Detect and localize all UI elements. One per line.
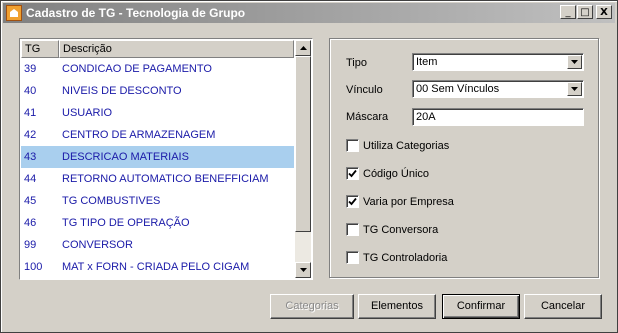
arrow-down-icon (299, 268, 307, 272)
row-tg: 41 (24, 107, 37, 119)
tipo-value: Item (416, 56, 438, 68)
row-tg: 45 (24, 195, 37, 207)
tg-list[interactable]: TG Descrição 39 CONDICAO DE PAGAMENTO 40 NI… (19, 38, 313, 280)
window-title: Cadastro de TG - Tecnologia de Grupo (26, 6, 246, 20)
column-header-description[interactable]: Descrição (59, 40, 294, 58)
checkbox-label: TG Conversora (363, 223, 439, 236)
close-button[interactable]: X (596, 5, 612, 19)
checkbox-tg-conversora[interactable]: TG Conversora (346, 223, 438, 236)
properties-panel: Tipo Item Vínculo 00 Sem Vínculos Máscar… (329, 38, 599, 278)
checkbox-label: Código Único (363, 167, 430, 180)
scroll-down-button[interactable] (295, 262, 311, 278)
scroll-up-button[interactable] (295, 40, 311, 56)
list-rows: 39 CONDICAO DE PAGAMENTO 40 NIVEIS DE DESCO… (21, 58, 294, 278)
cancelar-button[interactable]: Cancelar (524, 294, 602, 319)
checkbox-label: TG Controladoria (363, 251, 448, 264)
tipo-select[interactable]: Item (412, 53, 584, 71)
row-description: NIVEIS DE DESCONTO (62, 85, 182, 97)
row-description: DESCRICAO MATERIAIS (62, 151, 189, 163)
row-tg: 46 (24, 217, 37, 229)
row-tg: 42 (24, 129, 37, 141)
table-row[interactable]: 100 MAT x FORN - CRIADA PELO CIGAM (21, 256, 294, 278)
row-tg: 40 (24, 85, 37, 97)
checkmark-icon (348, 169, 357, 178)
row-description: CENTRO DE ARMAZENAGEM (62, 129, 216, 141)
confirmar-button[interactable]: Confirmar (442, 294, 520, 319)
table-row[interactable]: 39 CONDICAO DE PAGAMENTO (21, 58, 294, 80)
checkbox-tg-controladoria[interactable]: TG Controladoria (346, 251, 447, 264)
row-description: TG COMBUSTIVES (62, 195, 161, 207)
checkbox-box[interactable] (346, 167, 359, 180)
dialog-window: Cadastro de TG - Tecnologia de Grupo _ □… (0, 0, 618, 333)
checkbox-varia-por-empresa[interactable]: Varia por Empresa (346, 195, 454, 208)
scroll-thumb[interactable] (295, 56, 311, 232)
table-row[interactable]: 46 TG TIPO DE OPERAÇÃO (21, 212, 294, 234)
chevron-down-icon (571, 87, 578, 91)
title-bar[interactable]: Cadastro de TG - Tecnologia de Grupo _ □… (3, 3, 615, 23)
mascara-value: 20A (416, 111, 436, 123)
row-tg: 99 (24, 239, 37, 251)
arrow-up-icon (299, 46, 307, 50)
table-row[interactable]: 41 USUARIO (21, 102, 294, 124)
checkbox-box[interactable] (346, 139, 359, 152)
checkbox-utiliza-categorias[interactable]: Utiliza Categorias (346, 139, 449, 152)
column-header-tg[interactable]: TG (21, 40, 59, 58)
list-header: TG Descrição (21, 40, 294, 58)
vinculo-label: Vínculo (346, 84, 383, 96)
checkbox-label: Utiliza Categorias (363, 139, 450, 152)
table-row[interactable]: 45 TG COMBUSTIVES (21, 190, 294, 212)
tipo-label: Tipo (346, 57, 367, 69)
table-row[interactable]: 43 DESCRICAO MATERIAIS (21, 146, 294, 168)
minimize-button[interactable]: _ (560, 5, 576, 19)
vertical-scrollbar[interactable] (295, 40, 311, 278)
chevron-down-icon (571, 60, 578, 64)
row-tg: 44 (24, 173, 37, 185)
checkbox-c-digo-nico[interactable]: Código Único (346, 167, 429, 180)
row-description: TG TIPO DE OPERAÇÃO (62, 217, 190, 229)
app-icon (6, 5, 22, 21)
row-tg: 39 (24, 63, 37, 75)
row-tg: 43 (24, 151, 37, 163)
mascara-input[interactable]: 20A (412, 108, 584, 126)
maximize-button[interactable]: □ (577, 5, 593, 19)
row-description: MAT x FORN - CRIADA PELO CIGAM (62, 261, 250, 273)
mascara-label: Máscara (346, 111, 389, 123)
row-description: USUARIO (62, 107, 113, 119)
checkbox-box[interactable] (346, 251, 359, 264)
checkmark-icon (348, 197, 357, 206)
elementos-button[interactable]: Elementos (358, 294, 436, 319)
checkbox-box[interactable] (346, 223, 359, 236)
vinculo-value: 00 Sem Vínculos (416, 83, 500, 95)
table-row[interactable]: 99 CONVERSOR (21, 234, 294, 256)
table-row[interactable]: 44 RETORNO AUTOMATICO BENEFFICIAM (21, 168, 294, 190)
table-row[interactable]: 40 NIVEIS DE DESCONTO (21, 80, 294, 102)
table-row[interactable]: 42 CENTRO DE ARMAZENAGEM (21, 124, 294, 146)
categorias-button[interactable]: Categorias (270, 294, 354, 319)
vinculo-dropdown-button[interactable] (567, 82, 582, 96)
checkbox-box[interactable] (346, 195, 359, 208)
row-tg: 100 (24, 261, 43, 273)
checkbox-label: Varia por Empresa (363, 195, 454, 208)
row-description: CONVERSOR (62, 239, 133, 251)
tipo-dropdown-button[interactable] (567, 55, 582, 69)
vinculo-select[interactable]: 00 Sem Vínculos (412, 80, 584, 98)
row-description: CONDICAO DE PAGAMENTO (62, 63, 212, 75)
row-description: RETORNO AUTOMATICO BENEFFICIAM (62, 173, 269, 185)
